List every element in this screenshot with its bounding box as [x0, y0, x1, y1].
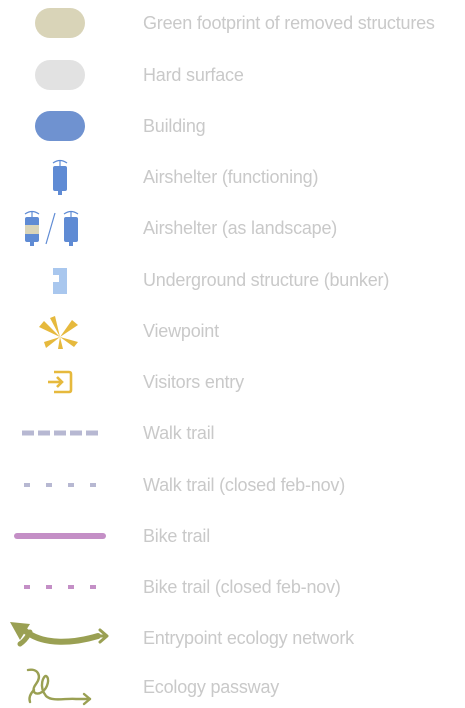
bunker-icon [53, 268, 67, 294]
legend-item-bike-trail: Bike trail [0, 516, 465, 556]
legend-label: Viewpoint [143, 320, 219, 341]
legend-item-ecology-passway: Ecology passway [0, 666, 465, 708]
legend-label: Hard surface [143, 64, 244, 85]
legend-label: Underground structure (bunker) [143, 269, 390, 290]
legend-item-bunker: Underground structure (bunker) [0, 260, 465, 300]
viewpoint-icon [39, 316, 78, 349]
legend-label: Ecology passway [143, 676, 280, 697]
legend-item-airshelter-landscape: Airshelter (as landscape) [0, 208, 465, 248]
bike-trail-line [14, 533, 106, 539]
legend-label: Walk trail [143, 422, 215, 443]
airshelter-icon [52, 159, 68, 195]
legend-label: Airshelter (functioning) [143, 166, 319, 187]
ecology-entry-arrow-icon [10, 622, 109, 647]
ecology-passway-icon [26, 668, 92, 706]
map-legend: Green footprint of removed structures Ha… [0, 0, 465, 707]
airshelter-landscape-icon [24, 210, 79, 246]
legend-item-ecology-entry: Entrypoint ecology network [0, 618, 465, 658]
legend-item-walk-trail-closed: Walk trail (closed feb-nov) [0, 465, 465, 505]
legend-item-visitors-entry: Visitors entry [0, 362, 465, 402]
bike-trail-closed-line [24, 585, 96, 589]
legend-label: Visitors entry [143, 371, 244, 392]
walk-trail-line [22, 430, 98, 436]
legend-item-hard-surface: Hard surface [0, 55, 465, 95]
legend-label: Walk trail (closed feb-nov) [143, 474, 345, 495]
legend-item-airshelter: Airshelter (functioning) [0, 157, 465, 197]
entry-icon [48, 370, 73, 394]
green-footprint-swatch [35, 8, 85, 38]
legend-label: Building [143, 115, 206, 136]
legend-item-bike-trail-closed: Bike trail (closed feb-nov) [0, 567, 465, 607]
building-swatch [35, 111, 85, 141]
hard-surface-swatch [35, 60, 85, 90]
legend-label: Bike trail (closed feb-nov) [143, 576, 341, 597]
legend-item-viewpoint: Viewpoint [0, 311, 465, 351]
legend-label: Bike trail [143, 525, 211, 546]
legend-item-green-footprint: Green footprint of removed structures [0, 3, 465, 43]
legend-label: Airshelter (as landscape) [143, 217, 338, 238]
legend-label: Green footprint of removed structures [143, 12, 435, 33]
legend-item-building: Building [0, 106, 465, 146]
walk-trail-closed-line [24, 483, 96, 487]
legend-item-walk-trail: Walk trail [0, 413, 465, 453]
legend-label: Entrypoint ecology network [143, 627, 354, 648]
